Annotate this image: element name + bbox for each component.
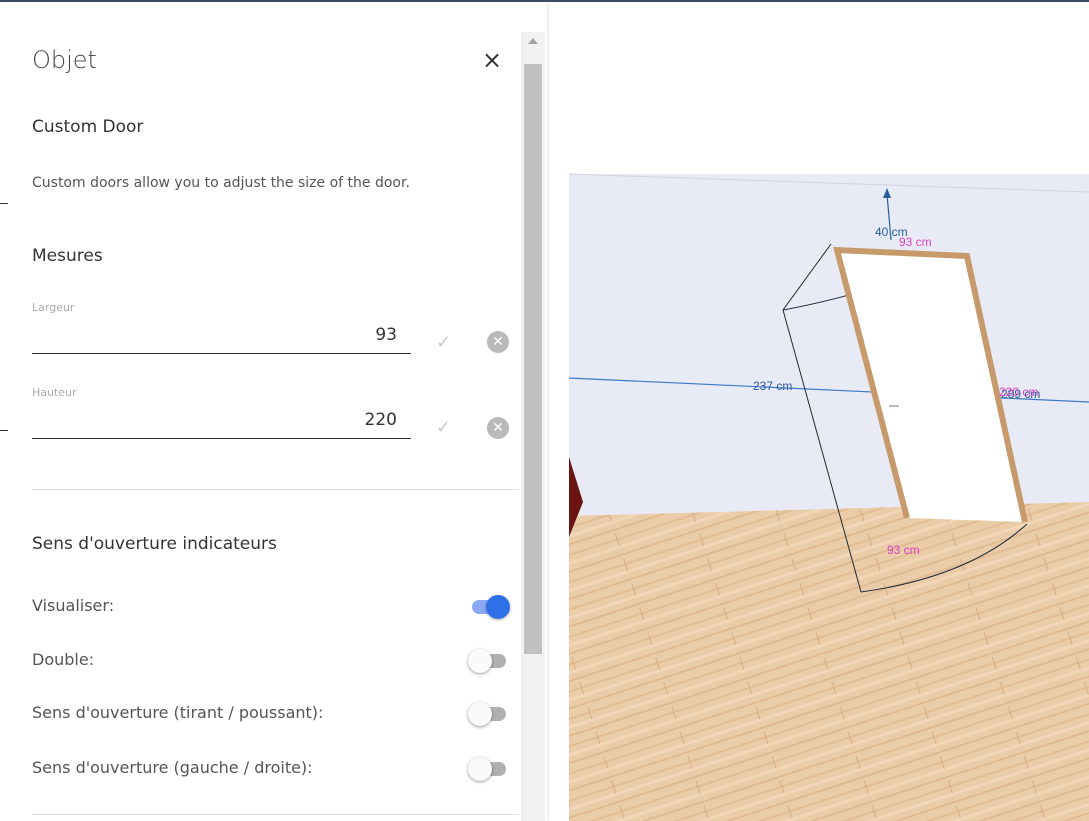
edge-tick xyxy=(0,203,8,204)
wood-floor xyxy=(569,502,1089,821)
object-properties-panel: Objet × Custom Door Custom doors allow y… xyxy=(10,2,547,821)
label-left: 237 cm xyxy=(753,379,792,393)
close-icon[interactable]: × xyxy=(482,48,502,72)
option-label-double: Double: xyxy=(32,650,95,669)
width-clear-icon[interactable]: ✕ xyxy=(487,331,509,353)
toggle-knob xyxy=(468,757,492,781)
width-confirm-icon[interactable]: ✓ xyxy=(436,332,451,353)
option-label-left-right: Sens d'ouverture (gauche / droite): xyxy=(32,758,313,777)
option-label-push-pull: Sens d'ouverture (tirant / poussant): xyxy=(32,703,324,722)
object-name: Custom Door xyxy=(32,117,144,137)
toggle-knob xyxy=(468,702,492,726)
scroll-thumb[interactable] xyxy=(524,64,542,654)
height-field[interactable]: 220 xyxy=(32,410,411,439)
width-field[interactable]: 93 xyxy=(32,325,411,354)
panel-scrollbar[interactable] xyxy=(521,32,545,821)
label-bottom-width: 93 cm xyxy=(887,543,920,557)
3d-viewport[interactable]: 40 cm 93 cm 237 cm 289 cm 220 cm 93 cm xyxy=(569,2,1089,821)
label-right-height: 220 cm xyxy=(999,385,1038,399)
scene-canvas[interactable]: 40 cm 93 cm 237 cm 289 cm 220 cm 93 cm xyxy=(569,2,1089,821)
panel-title: Objet xyxy=(32,46,97,74)
measures-heading: Mesures xyxy=(32,246,103,266)
height-clear-icon[interactable]: ✕ xyxy=(487,417,509,439)
width-label: Largeur xyxy=(32,301,75,314)
ceiling-area xyxy=(569,2,1089,174)
toggle-knob xyxy=(486,595,510,619)
opening-indicators-heading: Sens d'ouverture indicateurs xyxy=(32,534,277,554)
push-pull-toggle[interactable] xyxy=(468,702,506,726)
option-label-visualize: Visualiser: xyxy=(32,596,115,615)
height-confirm-icon[interactable]: ✓ xyxy=(436,417,451,438)
height-value[interactable]: 220 xyxy=(365,410,397,430)
toggle-knob xyxy=(468,649,492,673)
visualize-toggle[interactable] xyxy=(472,595,510,619)
width-value[interactable]: 93 xyxy=(375,325,397,345)
divider xyxy=(32,489,519,490)
scroll-up-arrow-icon[interactable] xyxy=(528,38,538,44)
height-label: Hauteur xyxy=(32,386,77,399)
double-toggle[interactable] xyxy=(468,649,506,673)
label-top-width: 93 cm xyxy=(899,235,932,249)
divider xyxy=(32,814,519,815)
edge-tick xyxy=(0,430,8,431)
object-description: Custom doors allow you to adjust the siz… xyxy=(32,175,410,191)
left-right-toggle[interactable] xyxy=(468,757,506,781)
